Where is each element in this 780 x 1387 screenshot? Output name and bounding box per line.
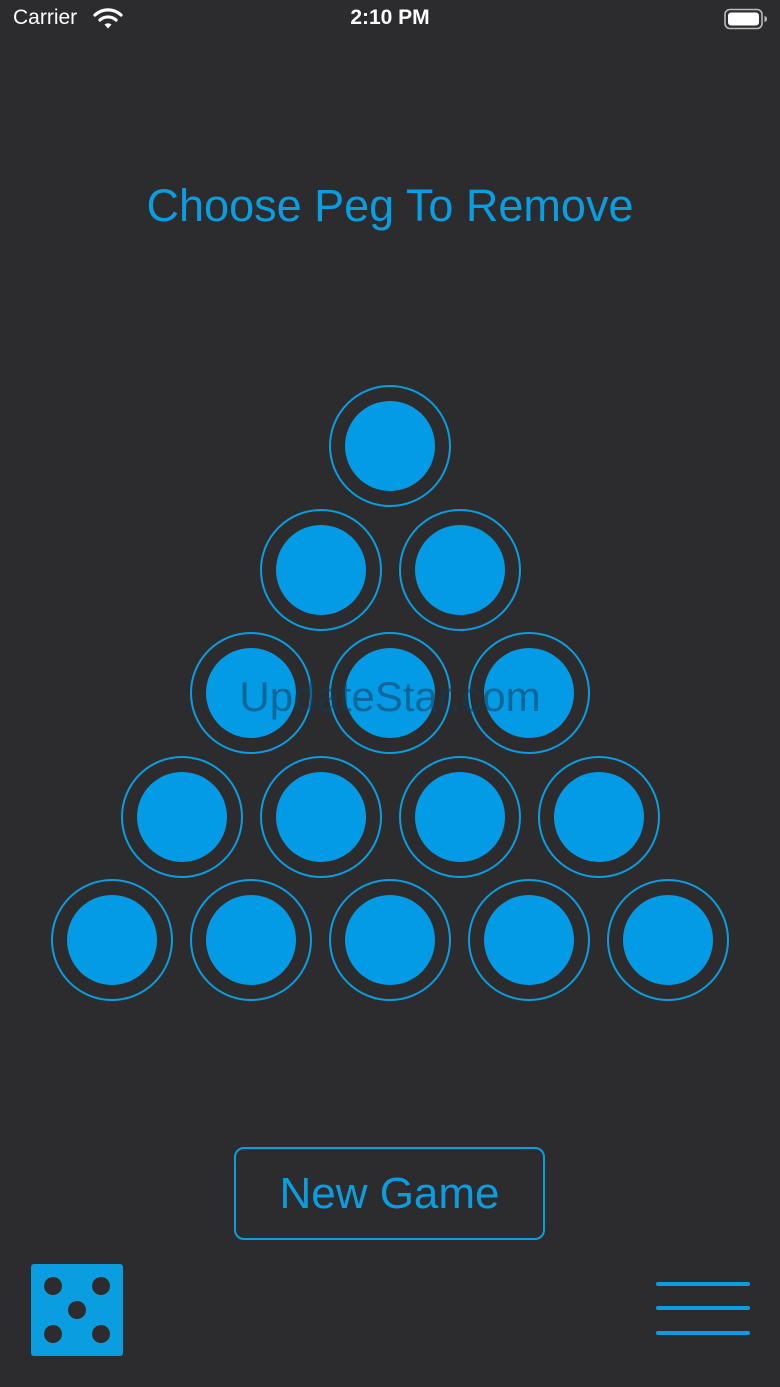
menu-line [656,1306,750,1310]
peg [206,648,296,738]
peg [206,895,296,985]
dice-five-icon[interactable] [31,1264,123,1356]
peg [275,524,366,615]
battery-icon [724,8,768,30]
peg [414,524,505,615]
page-title: Choose Peg To Remove [146,180,634,231]
peg [484,895,574,985]
status-time: 2:10 PM [350,6,430,29]
peg [553,771,644,862]
peg [345,895,435,985]
peg [484,648,574,738]
peg-hole-r5-c3[interactable] [329,879,451,1001]
menu-line [656,1331,750,1335]
peg-hole-r1-c1[interactable] [329,385,451,507]
peg-hole-r4-c1[interactable] [120,755,243,878]
peg-hole-r3-c2[interactable] [329,632,451,754]
peg [414,771,505,862]
status-bar: Carrier 2:10 PM [0,0,780,40]
peg [345,648,435,738]
peg-hole-r5-c5[interactable] [607,879,729,1001]
peg-hole-r5-c4[interactable] [468,879,590,1001]
peg-hole-r4-c2[interactable] [259,755,382,878]
peg-hole-r4-c3[interactable] [398,755,521,878]
peg-hole-r5-c2[interactable] [190,879,312,1001]
peg [623,895,713,985]
peg-hole-r4-c4[interactable] [537,755,660,878]
peg-hole-r2-c1[interactable] [259,508,382,631]
peg [136,771,227,862]
peg [275,771,366,862]
new-game-button[interactable]: New Game [234,1147,545,1240]
menu-icon[interactable] [656,1280,750,1340]
peg-hole-r3-c1[interactable] [190,632,312,754]
peg-hole-r5-c1[interactable] [51,879,173,1001]
peg-hole-r3-c3[interactable] [468,632,590,754]
peg-hole-r2-c2[interactable] [398,508,521,631]
peg [345,401,435,491]
menu-line [656,1282,750,1286]
peg [67,895,157,985]
